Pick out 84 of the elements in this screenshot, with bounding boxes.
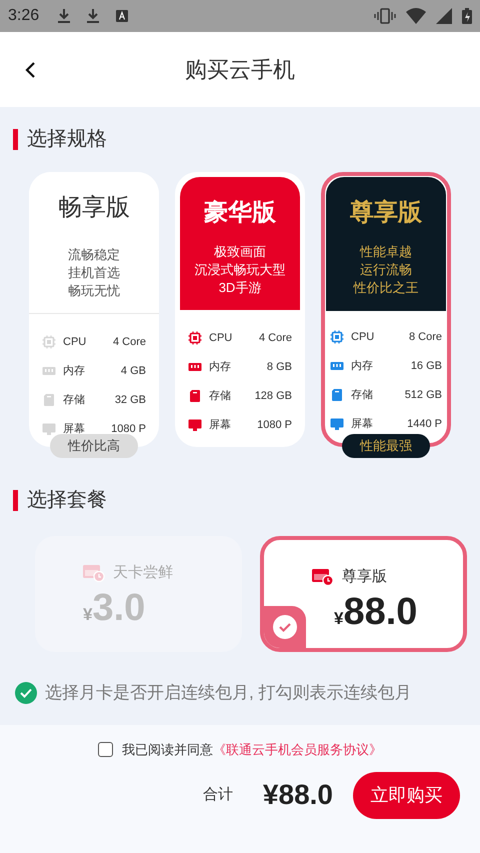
package-name: 尊享版 bbox=[342, 567, 387, 587]
download-icon bbox=[86, 8, 100, 24]
tier-description: 3D手游 bbox=[218, 279, 262, 297]
sd-card-icon bbox=[42, 393, 56, 407]
spec-value: 512 GB bbox=[404, 388, 442, 403]
agreement-checkbox[interactable] bbox=[98, 742, 113, 758]
back-icon bbox=[24, 60, 36, 78]
total-price: ¥88.0 bbox=[262, 778, 333, 812]
spec-value: 1080 P bbox=[257, 418, 292, 433]
total-label: 合计 bbox=[202, 784, 233, 805]
agreement-text: 我已阅读并同意 bbox=[122, 741, 213, 759]
auto-renew-checkbox[interactable] bbox=[15, 682, 37, 704]
chip-icon bbox=[42, 335, 56, 349]
download-icon bbox=[57, 8, 72, 24]
spec-value: 8 GB bbox=[266, 360, 292, 375]
spec-label: CPU bbox=[351, 330, 374, 345]
tier-tag: 性能最强 bbox=[342, 434, 430, 458]
tier-name: 畅享版 bbox=[58, 193, 130, 223]
currency-symbol: ¥ bbox=[83, 604, 92, 626]
plan-tier-card[interactable]: 豪华版 极致画面 沉浸式畅玩大型 3D手游 CPU 4 Core 内存 8 GB 存储 128 GB 屏幕 1080 P bbox=[175, 172, 305, 447]
calendar-clock-icon bbox=[312, 568, 334, 586]
page-title: 购买云手机 bbox=[185, 56, 295, 84]
tier-description: 流畅稳定 bbox=[68, 246, 120, 264]
status-time: 3:26 bbox=[8, 6, 40, 26]
buy-now-button[interactable]: 立即购买 bbox=[353, 772, 460, 818]
monitor-icon bbox=[188, 418, 202, 432]
spec-value: 4 Core bbox=[112, 334, 146, 350]
wifi-icon bbox=[406, 8, 426, 24]
spec-label: 存储 bbox=[351, 388, 373, 403]
package-card[interactable]: 尊享版 ¥88.0 bbox=[260, 536, 467, 652]
package-name: 天卡尝鲜 bbox=[113, 563, 173, 583]
tier-description: 性价比之王 bbox=[354, 279, 418, 297]
monitor-icon bbox=[42, 422, 56, 436]
section-title: 选择规格 bbox=[27, 127, 107, 152]
spec-value: 32 GB bbox=[114, 392, 146, 408]
spec-label: 屏幕 bbox=[351, 416, 373, 432]
spec-label: 存储 bbox=[209, 388, 231, 404]
tier-tag: 性价比高 bbox=[50, 434, 138, 458]
chip-icon bbox=[188, 331, 202, 345]
spec-value: 4 Core bbox=[258, 330, 292, 346]
spec-label: 存储 bbox=[63, 392, 85, 408]
spec-label: 内存 bbox=[209, 360, 231, 375]
tier-name: 尊享版 bbox=[350, 198, 422, 228]
auto-renew-note: 选择月卡是否开启连续包月, 打勾则表示连续包月 bbox=[45, 682, 412, 704]
spec-value: 8 Core bbox=[408, 330, 442, 345]
calendar-clock-icon bbox=[83, 564, 105, 582]
spec-label: 屏幕 bbox=[63, 422, 85, 437]
spec-value: 1080 P bbox=[111, 422, 146, 437]
check-icon bbox=[272, 614, 298, 640]
spec-label: 内存 bbox=[63, 364, 85, 379]
spec-label: CPU bbox=[63, 334, 86, 350]
spec-value: 4 GB bbox=[120, 364, 146, 379]
tier-name: 豪华版 bbox=[204, 198, 276, 228]
tier-description: 沉浸式畅玩大型 bbox=[194, 261, 286, 279]
chip-icon bbox=[330, 330, 344, 344]
monitor-icon bbox=[330, 417, 344, 431]
tier-description: 畅玩无忧 bbox=[68, 282, 120, 300]
package-price: 88.0 bbox=[343, 590, 418, 634]
battery-icon bbox=[462, 8, 472, 24]
tier-description: 运行流畅 bbox=[360, 261, 412, 279]
agreement-link[interactable]: 《联通云手机会员服务协议》 bbox=[213, 740, 382, 760]
check-icon bbox=[20, 688, 32, 698]
keyboard-indicator-icon bbox=[116, 10, 128, 22]
spec-value: 16 GB bbox=[410, 358, 442, 374]
package-price: 3.0 bbox=[92, 586, 146, 630]
section-marker bbox=[13, 490, 18, 510]
currency-symbol: ¥ bbox=[334, 608, 344, 630]
signal-icon bbox=[436, 8, 452, 24]
memory-icon bbox=[188, 360, 202, 374]
spec-value: 1440 P bbox=[407, 416, 442, 432]
section-title: 选择套餐 bbox=[27, 488, 107, 513]
spec-label: 屏幕 bbox=[209, 418, 231, 433]
spec-label: 内存 bbox=[351, 358, 373, 374]
tier-description: 挂机首选 bbox=[68, 264, 120, 282]
spec-value: 128 GB bbox=[254, 388, 292, 404]
tier-description: 性能卓越 bbox=[360, 243, 412, 261]
sd-card-icon bbox=[330, 388, 344, 402]
memory-icon bbox=[330, 359, 344, 373]
vibrate-icon bbox=[374, 8, 396, 24]
spec-label: CPU bbox=[209, 330, 232, 346]
memory-icon bbox=[42, 364, 56, 378]
tier-description: 极致画面 bbox=[214, 243, 266, 261]
section-marker bbox=[13, 128, 18, 150]
sd-card-icon bbox=[188, 389, 202, 403]
